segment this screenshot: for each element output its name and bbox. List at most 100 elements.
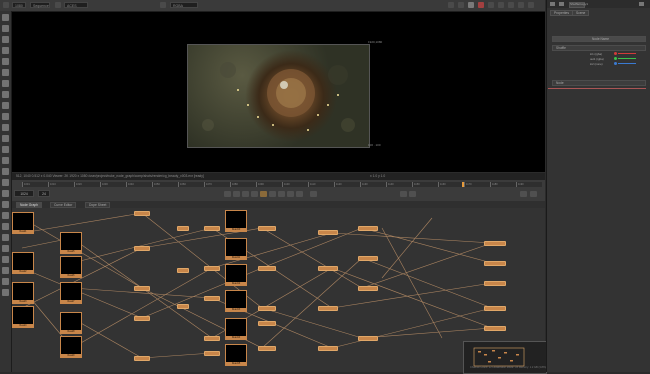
next-keyframe-icon[interactable] xyxy=(287,191,294,197)
read-node-thumbnail[interactable]: Read9 xyxy=(60,336,82,358)
gain-icon[interactable] xyxy=(160,2,166,8)
write-node[interactable] xyxy=(484,281,506,286)
filter-icon[interactable] xyxy=(2,80,9,87)
node-name-field[interactable]: ShuffleCopy1 xyxy=(569,2,588,8)
read-node-thumbnail[interactable]: Read10 xyxy=(225,210,247,232)
plugin-icon[interactable] xyxy=(2,234,9,241)
read-node-thumbnail[interactable]: Read15 xyxy=(225,344,247,366)
graph-minimap[interactable] xyxy=(463,341,547,374)
keyer-icon[interactable] xyxy=(2,91,9,98)
transform-icon[interactable] xyxy=(2,113,9,120)
sequence-select[interactable]: Sequence xyxy=(30,2,50,8)
time-icon[interactable] xyxy=(2,47,9,54)
read-node-thumbnail[interactable]: Read8 xyxy=(60,312,82,334)
toolsets-icon[interactable] xyxy=(2,157,9,164)
section-node[interactable]: Node xyxy=(552,80,646,86)
read-node-thumbnail[interactable]: Read11 xyxy=(225,238,247,260)
play-forward-icon[interactable] xyxy=(269,191,276,197)
green-channel-pin[interactable] xyxy=(614,57,617,60)
layer-menu-icon[interactable] xyxy=(3,2,9,8)
step-back-icon[interactable] xyxy=(242,191,249,197)
node-name-button[interactable]: Node Name xyxy=(552,36,646,42)
step-forward-icon[interactable] xyxy=(278,191,285,197)
help-icon[interactable] xyxy=(2,289,9,296)
graph-node[interactable] xyxy=(258,306,276,311)
graph-node[interactable] xyxy=(204,336,220,341)
graph-node[interactable] xyxy=(318,230,338,235)
fps-field[interactable]: 24 xyxy=(38,190,50,197)
graph-node[interactable] xyxy=(358,286,378,291)
panel-lock-icon[interactable] xyxy=(559,2,564,6)
tab-scene[interactable]: Scene xyxy=(572,10,590,16)
playhead[interactable] xyxy=(462,182,464,187)
3d-icon[interactable] xyxy=(2,124,9,131)
graph-node[interactable] xyxy=(358,226,378,231)
read-node-thumbnail[interactable]: Read7 xyxy=(60,282,82,304)
draw-icon[interactable] xyxy=(2,36,9,43)
graph-node[interactable] xyxy=(358,336,378,341)
graph-node[interactable] xyxy=(134,356,150,361)
prev-keyframe-icon[interactable] xyxy=(233,191,240,197)
read-node-thumbnail[interactable]: Read4 xyxy=(12,306,34,328)
write-node[interactable] xyxy=(484,306,506,311)
mask-icon[interactable] xyxy=(518,2,524,8)
graph-node[interactable] xyxy=(318,306,338,311)
tab-properties[interactable]: Properties xyxy=(550,10,574,16)
python-icon[interactable] xyxy=(2,267,9,274)
settings-icon[interactable] xyxy=(528,2,534,8)
pointer-icon[interactable] xyxy=(2,14,9,21)
out-point-icon[interactable] xyxy=(409,191,416,197)
read-node-thumbnail[interactable]: Read2 xyxy=(12,252,34,274)
graph-node[interactable] xyxy=(318,266,338,271)
play-backward-icon[interactable] xyxy=(251,191,258,197)
timeline-settings-icon[interactable] xyxy=(520,191,527,197)
read-node-thumbnail[interactable]: Read3 xyxy=(12,282,34,304)
tcl-icon[interactable] xyxy=(2,278,9,285)
write-node[interactable] xyxy=(484,261,506,266)
clip-warning-icon[interactable] xyxy=(478,2,484,8)
proxy-icon[interactable] xyxy=(458,2,464,8)
graph-node[interactable] xyxy=(204,266,220,271)
graph-node[interactable] xyxy=(134,316,150,321)
write-node[interactable] xyxy=(484,326,506,331)
graph-node[interactable] xyxy=(177,268,189,273)
overlay-icon[interactable] xyxy=(498,2,504,8)
blue-channel-pin[interactable] xyxy=(614,62,617,65)
graph-node[interactable] xyxy=(134,246,150,251)
colorspace-select[interactable]: ACES xyxy=(64,2,88,8)
read-node-thumbnail[interactable]: Read13 xyxy=(225,290,247,312)
first-frame-icon[interactable] xyxy=(224,191,231,197)
metadata-icon[interactable] xyxy=(2,146,9,153)
air-icon[interactable] xyxy=(2,212,9,219)
graph-node[interactable] xyxy=(134,286,150,291)
merge-icon[interactable] xyxy=(2,102,9,109)
read-node-thumbnail[interactable]: Read1 xyxy=(12,212,34,234)
timeline-ruler[interactable]: 1001 1010 1020 1030 1040 1050 1060 1070 … xyxy=(22,182,542,187)
lock-icon[interactable] xyxy=(55,2,61,8)
read-node-thumbnail[interactable]: Read14 xyxy=(225,318,247,340)
guides-icon[interactable] xyxy=(508,2,514,8)
graph-node[interactable] xyxy=(258,266,276,271)
rgba-select[interactable]: RGBA xyxy=(170,2,198,8)
timeline-lock-icon[interactable] xyxy=(530,191,537,197)
section-shuffle[interactable]: Shuffle xyxy=(552,45,646,51)
furnace-icon[interactable] xyxy=(2,179,9,186)
read-node-thumbnail[interactable]: Read5 xyxy=(60,232,82,254)
color-icon[interactable] xyxy=(2,69,9,76)
gizmo-icon[interactable] xyxy=(2,245,9,252)
stop-icon[interactable] xyxy=(260,191,267,197)
graph-node[interactable] xyxy=(177,226,189,231)
graph-node[interactable] xyxy=(258,321,276,326)
read-node-thumbnail[interactable]: Read12 xyxy=(225,264,247,286)
red-channel-pin[interactable] xyxy=(614,52,617,55)
other-icon[interactable] xyxy=(2,168,9,175)
graph-node[interactable] xyxy=(358,256,378,261)
close-panel-icon[interactable] xyxy=(639,2,644,6)
graph-node[interactable] xyxy=(204,226,220,231)
graph-node[interactable] xyxy=(258,346,276,351)
views-icon[interactable] xyxy=(2,135,9,142)
graph-node[interactable] xyxy=(258,226,276,231)
wipe-icon[interactable] xyxy=(488,2,494,8)
deep-icon[interactable] xyxy=(2,201,9,208)
channel-select[interactable]: 1080 xyxy=(12,2,26,8)
